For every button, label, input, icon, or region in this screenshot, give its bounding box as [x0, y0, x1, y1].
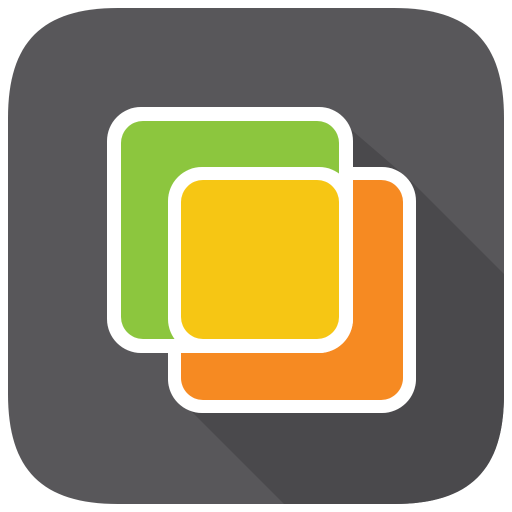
yellow-square	[181, 180, 339, 339]
overlapping-squares-icon[interactable]	[0, 0, 512, 512]
app-icon-canvas	[0, 0, 512, 512]
